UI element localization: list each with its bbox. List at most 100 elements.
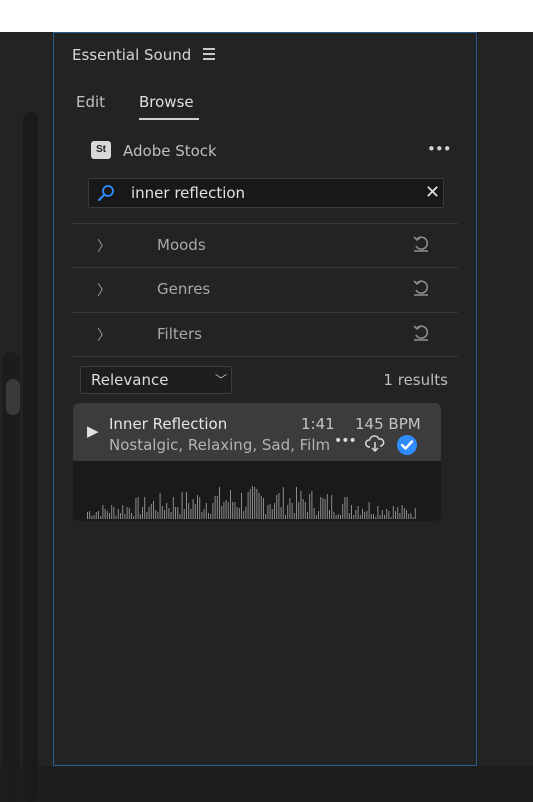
waveform-bar [252, 486, 253, 519]
waveform-bar [375, 517, 377, 519]
waveform-bar [221, 506, 223, 519]
waveform-bar [137, 497, 139, 519]
facet-label: Filters [157, 325, 202, 343]
waveform-bar [177, 507, 179, 519]
waveform-bar [243, 511, 245, 519]
waveform-bar [348, 513, 350, 519]
waveform-bar [214, 496, 216, 519]
waveform-bar [95, 512, 97, 519]
adobe-stock-icon: St [91, 141, 111, 159]
tab-browse[interactable]: Browse [139, 93, 194, 111]
waveform-bar [342, 504, 344, 519]
tab-edit[interactable]: Edit [76, 93, 105, 111]
waveform-bar [302, 499, 304, 519]
waveform-bar [337, 514, 339, 519]
track-tags: Nostalgic, Relaxing, Sad, Film,... [109, 436, 331, 454]
waveform-bar [208, 513, 209, 519]
right-panel [478, 32, 533, 766]
waveform-bar [91, 516, 93, 519]
search-field[interactable]: inner reflection ✕ [88, 178, 444, 208]
waveform-bar [245, 507, 247, 519]
waveform-bar [368, 502, 370, 519]
waveform-bar [258, 493, 260, 519]
chevron-right-icon[interactable]: 〉 [97, 236, 111, 256]
left-scrollbar-track[interactable] [23, 112, 38, 802]
waveform-bar [390, 517, 392, 519]
left-panel [0, 32, 53, 802]
waveform-bar [159, 493, 161, 519]
waveform-bar [135, 498, 137, 519]
waveform-bar [384, 515, 385, 519]
waveform-bar [164, 510, 165, 519]
waveform-bar [324, 499, 326, 519]
waveform-bar [111, 505, 113, 519]
waveform-bar [230, 490, 231, 519]
waveform-bar [289, 498, 291, 519]
waveform-bar [115, 516, 117, 519]
waveform-bar [309, 494, 311, 519]
waveform-bar [183, 509, 185, 519]
facet-label: Genres [157, 280, 211, 298]
waveform-bar [201, 512, 203, 519]
source-more-button[interactable]: ••• [427, 140, 452, 158]
waveform-bar [322, 498, 324, 519]
reset-icon[interactable] [412, 279, 430, 297]
waveform-bar [133, 516, 135, 519]
chevron-down-icon: ﹀ [215, 373, 228, 387]
waveform-bar [388, 511, 390, 519]
waveform-bar [287, 505, 289, 519]
waveform-bar [344, 497, 346, 519]
waveform-bar [128, 508, 130, 519]
cloud-download-icon[interactable] [365, 434, 385, 452]
essential-sound-panel: Essential Sound Edit Browse St Adobe Sto… [53, 32, 477, 766]
panel-menu-icon[interactable] [203, 48, 215, 63]
waveform-bar [157, 512, 159, 519]
waveform-bar [148, 507, 150, 519]
track-more-button[interactable]: ••• [334, 433, 357, 449]
panel-title: Essential Sound [72, 46, 192, 64]
waveform-bar [139, 514, 141, 519]
waveform-bar [274, 503, 275, 519]
waveform-bar [304, 502, 306, 519]
waveform-bar [146, 512, 148, 519]
waveform-bar [190, 509, 192, 519]
track-card[interactable]: ▶ Inner Reflection 1:41 145 BPM Nostalgi… [73, 403, 441, 521]
waveform-bar [359, 515, 361, 519]
waveform-bar [260, 496, 262, 519]
waveform-bar [311, 491, 313, 519]
waveform[interactable] [73, 461, 441, 521]
waveform-bar [199, 497, 201, 519]
waveform-bar [278, 493, 280, 519]
left-scrollbar-thumb[interactable] [6, 379, 20, 415]
divider [72, 356, 458, 357]
reset-icon[interactable] [412, 235, 430, 253]
waveform-bar [179, 514, 181, 519]
waveform-bar [269, 504, 271, 519]
waveform-bar [412, 517, 414, 519]
waveform-bar [236, 507, 238, 519]
top-bar [0, 0, 533, 32]
play-icon[interactable]: ▶ [87, 422, 99, 440]
waveform-bar [117, 509, 119, 519]
search-input[interactable]: inner reflection [131, 184, 245, 202]
reset-icon[interactable] [412, 324, 430, 342]
waveform-bar [203, 509, 205, 519]
chevron-right-icon[interactable]: 〉 [97, 280, 111, 300]
waveform-bar [120, 513, 121, 519]
waveform-bar [399, 513, 401, 519]
waveform-bar [124, 514, 126, 519]
facet-moods[interactable]: 〉 Moods [72, 223, 458, 267]
waveform-bar [298, 502, 300, 519]
waveform-bar [247, 492, 249, 519]
facet-filters[interactable]: 〉 Filters [72, 312, 458, 356]
waveform-bar [397, 507, 399, 519]
clear-search-icon[interactable]: ✕ [425, 182, 440, 203]
waveform-bar [254, 487, 256, 519]
waveform-bar [102, 505, 104, 519]
waveform-bar [362, 509, 363, 519]
sort-dropdown[interactable]: Relevance ﹀ [80, 366, 232, 394]
chevron-right-icon[interactable]: 〉 [97, 325, 111, 345]
waveform-bar [379, 515, 381, 519]
waveform-bar [234, 502, 236, 519]
facet-genres[interactable]: 〉 Genres [72, 267, 458, 311]
